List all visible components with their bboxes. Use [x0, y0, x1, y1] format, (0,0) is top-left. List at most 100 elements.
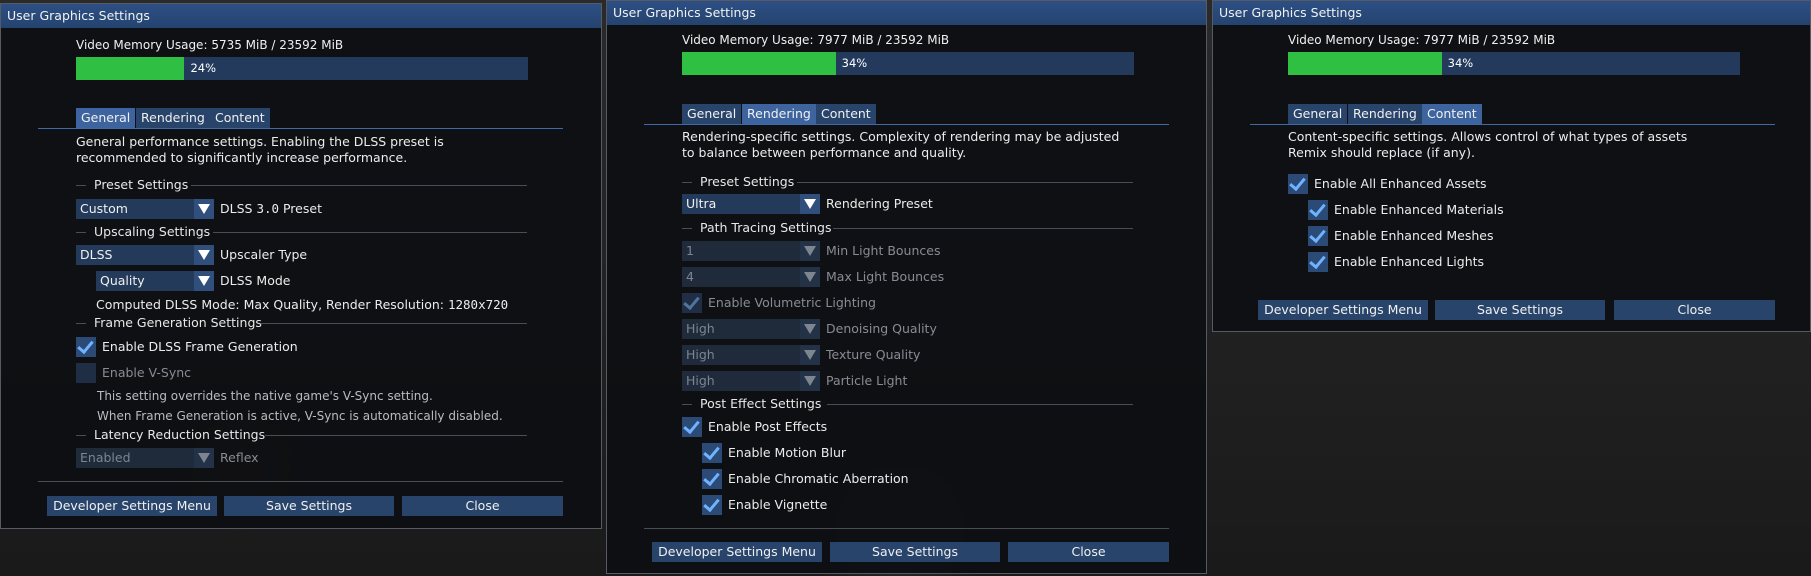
vignette-checkbox[interactable] [702, 494, 722, 515]
section-header-upscaling: Upscaling Settings [94, 224, 211, 239]
close-button[interactable]: Close [1614, 300, 1775, 320]
denoising-quality-label: Denoising Quality [826, 321, 937, 336]
save-settings-button[interactable]: Save Settings [1435, 300, 1605, 320]
checkmark-icon [703, 442, 720, 461]
upscaler-type-label: Upscaler Type [220, 247, 308, 262]
tab-description: General performance settings. Enabling t… [76, 134, 444, 165]
video-memory-fill [76, 57, 185, 80]
window-title[interactable]: User Graphics Settings [1, 4, 601, 28]
checkmark-icon [683, 416, 700, 435]
chromatic-aberration-checkbox[interactable] [702, 468, 722, 489]
chevron-down-icon [800, 319, 820, 339]
section-header-preset: Preset Settings [94, 177, 189, 192]
chevron-down-icon [194, 245, 214, 265]
motion-blur-checkbox[interactable] [702, 442, 722, 463]
section-divider [261, 323, 527, 324]
video-memory-fill [1288, 52, 1442, 75]
tab-content[interactable]: Content [210, 108, 270, 128]
tab-divider [38, 128, 563, 129]
tab-general[interactable]: General [1288, 104, 1348, 124]
chevron-down-icon [194, 271, 214, 291]
chevron-down-icon [800, 241, 820, 261]
section-divider [682, 228, 692, 229]
video-memory-bar: 34% [682, 52, 1134, 75]
section-divider [682, 182, 692, 183]
tab-rendering[interactable]: Rendering [136, 108, 210, 128]
particle-light-label: Particle Light [826, 373, 908, 388]
chevron-down-icon [800, 371, 820, 391]
window-title[interactable]: User Graphics Settings [1213, 1, 1810, 25]
tab-content[interactable]: Content [816, 104, 876, 124]
tab-rendering[interactable]: Rendering [1348, 104, 1422, 124]
post-effects-checkbox[interactable] [682, 416, 702, 437]
particle-light-dropdown[interactable]: High [682, 371, 820, 391]
enhanced-materials-label: Enable Enhanced Materials [1334, 202, 1504, 217]
chevron-down-icon [194, 448, 214, 468]
vsync-label: Enable V-Sync [102, 365, 192, 380]
section-divider [76, 435, 86, 436]
vsync-note: This setting overrides the native game's… [97, 389, 433, 403]
enhanced-lights-checkbox[interactable] [1308, 251, 1328, 272]
close-button[interactable]: Close [402, 496, 563, 516]
dlss-preset-dropdown[interactable]: Custom [76, 199, 214, 219]
vsync-checkbox[interactable] [76, 363, 96, 383]
rendering-preset-dropdown[interactable]: Ultra [682, 194, 820, 214]
footer-divider [644, 528, 1169, 529]
min-light-bounces-dropdown[interactable]: 1 [682, 241, 820, 261]
section-header-latency: Latency Reduction Settings [94, 427, 266, 442]
chevron-down-icon [800, 194, 820, 214]
close-button[interactable]: Close [1008, 542, 1169, 562]
video-memory-label: Video Memory Usage: 7977 MiB / 23592 MiB [1288, 33, 1556, 47]
upscaler-type-dropdown[interactable]: DLSS [76, 245, 214, 265]
footer-divider [38, 481, 563, 482]
section-divider [191, 185, 527, 186]
video-memory-percent: 24% [190, 61, 217, 75]
tab-general[interactable]: General [76, 108, 136, 128]
min-light-bounces-label: Min Light Bounces [826, 243, 941, 258]
post-effects-label: Enable Post Effects [708, 419, 828, 434]
chevron-down-icon [194, 199, 214, 219]
dlss-mode-dropdown[interactable]: Quality [96, 271, 214, 291]
video-memory-percent: 34% [841, 56, 868, 70]
section-divider [682, 404, 692, 405]
window-title[interactable]: User Graphics Settings [607, 1, 1206, 25]
tab-rendering[interactable]: Rendering [742, 104, 816, 124]
volumetric-lighting-label: Enable Volumetric Lighting [708, 295, 876, 310]
all-enhanced-assets-checkbox[interactable] [1288, 173, 1308, 194]
section-divider [833, 228, 1133, 229]
graphics-settings-window-rendering: User Graphics Settings Video Memory Usag… [606, 0, 1207, 574]
checkmark-icon [1309, 225, 1326, 244]
motion-blur-label: Enable Motion Blur [728, 445, 847, 460]
max-light-bounces-dropdown[interactable]: 4 [682, 267, 820, 287]
tab-divider [644, 124, 1169, 125]
reflex-dropdown[interactable]: Enabled [76, 448, 214, 468]
dlss-preset-label: DLSS 3.0 Preset [220, 201, 322, 216]
developer-settings-button[interactable]: Developer Settings Menu [1258, 300, 1428, 320]
denoising-quality-dropdown[interactable]: High [682, 319, 820, 339]
texture-quality-dropdown[interactable]: High [682, 345, 820, 365]
vsync-note: When Frame Generation is active, V-Sync … [97, 409, 503, 423]
video-memory-percent: 34% [1447, 56, 1474, 70]
section-divider [213, 232, 527, 233]
checkmark-icon [1309, 199, 1326, 218]
save-settings-button[interactable]: Save Settings [830, 542, 1000, 562]
section-header-preset: Preset Settings [700, 174, 795, 189]
checkmark-icon [683, 292, 700, 311]
checkmark-icon [703, 468, 720, 487]
rendering-preset-label: Rendering Preset [826, 196, 933, 211]
enhanced-meshes-checkbox[interactable] [1308, 225, 1328, 246]
developer-settings-button[interactable]: Developer Settings Menu [652, 542, 822, 562]
video-memory-bar: 24% [76, 57, 528, 80]
developer-settings-button[interactable]: Developer Settings Menu [47, 496, 217, 516]
frame-generation-checkbox[interactable] [76, 336, 96, 357]
video-memory-label: Video Memory Usage: 5735 MiB / 23592 MiB [76, 38, 344, 52]
section-divider [797, 182, 1133, 183]
enhanced-materials-checkbox[interactable] [1308, 199, 1328, 220]
section-header-post-effects: Post Effect Settings [700, 396, 822, 411]
volumetric-lighting-checkbox[interactable] [682, 292, 702, 313]
tab-content[interactable]: Content [1422, 104, 1482, 124]
section-divider [76, 232, 86, 233]
save-settings-button[interactable]: Save Settings [224, 496, 394, 516]
chromatic-aberration-label: Enable Chromatic Aberration [728, 471, 909, 486]
tab-general[interactable]: General [682, 104, 742, 124]
